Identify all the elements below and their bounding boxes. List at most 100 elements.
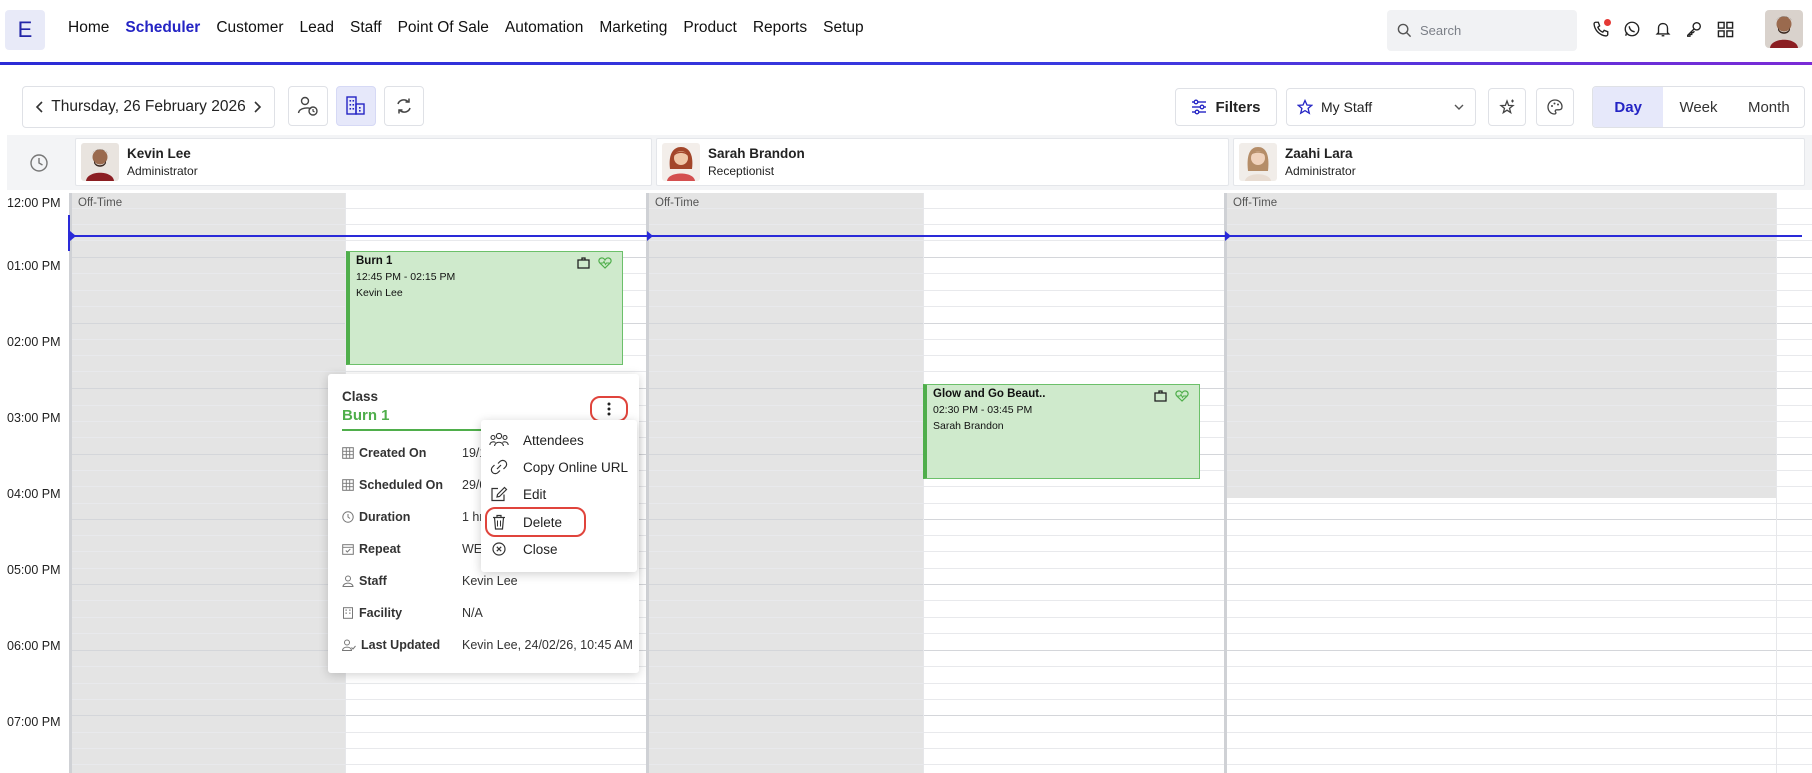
detail-row-scheduled-on: Scheduled On 29/0 bbox=[342, 478, 486, 492]
filters-label: Filters bbox=[1215, 98, 1261, 116]
menu-label: Attendees bbox=[523, 432, 584, 448]
theme-button[interactable] bbox=[1536, 88, 1574, 126]
staff-card-zaahi-lara[interactable]: Zaahi Lara Administrator bbox=[1233, 138, 1805, 186]
chevron-right-icon[interactable] bbox=[250, 100, 264, 114]
staff-avatar bbox=[1239, 143, 1277, 181]
detail-row-facility: Facility N/A bbox=[342, 606, 483, 620]
detail-row-staff: Staff Kevin Lee bbox=[342, 574, 518, 588]
nav-product[interactable]: Product bbox=[683, 19, 736, 37]
event-time: 02:30 PM - 03:45 PM bbox=[933, 404, 1033, 416]
menu-item-attendees[interactable]: Attendees bbox=[489, 432, 584, 448]
user-avatar[interactable] bbox=[1765, 10, 1803, 48]
event-type-label: Class bbox=[342, 389, 379, 404]
event-card-glow-and-go[interactable]: Glow and Go Beaut.. 02:30 PM - 03:45 PM … bbox=[923, 384, 1200, 479]
detail-value: N/A bbox=[462, 606, 483, 620]
menu-item-delete[interactable]: Delete bbox=[489, 514, 562, 530]
refresh-button[interactable] bbox=[384, 86, 424, 126]
off-time-block bbox=[649, 193, 923, 773]
staff-header-row: Kevin Lee Administrator Sarah Brandon Re… bbox=[7, 135, 1812, 190]
time-label: 05:00 PM bbox=[7, 563, 61, 577]
detail-row-created-on: Created On 19/1 bbox=[342, 446, 486, 460]
menu-label: Copy Online URL bbox=[523, 459, 629, 475]
top-actions bbox=[1590, 18, 1736, 40]
filters-button[interactable]: Filters bbox=[1175, 88, 1277, 126]
user-icon bbox=[342, 575, 354, 587]
apps-grid-icon[interactable] bbox=[1714, 18, 1736, 40]
event-card-burn-1[interactable]: Burn 1 12:45 PM - 02:15 PM Kevin Lee bbox=[346, 251, 623, 365]
view-toggle: Day Week Month bbox=[1592, 86, 1805, 128]
event-name: Burn 1 bbox=[342, 407, 390, 424]
search-input[interactable]: Search bbox=[1387, 10, 1577, 51]
nav-setup[interactable]: Setup bbox=[823, 19, 864, 37]
attendees-icon bbox=[489, 432, 509, 448]
phone-icon[interactable] bbox=[1590, 18, 1612, 40]
menu-item-edit[interactable]: Edit bbox=[489, 486, 546, 502]
nav-scheduler[interactable]: Scheduler bbox=[125, 19, 200, 37]
menu-label: Edit bbox=[523, 486, 547, 502]
detail-label: Duration bbox=[359, 510, 411, 524]
nav-automation[interactable]: Automation bbox=[505, 19, 583, 37]
sparkle-star-icon bbox=[1498, 98, 1516, 116]
staff-card-sarah-brandon[interactable]: Sarah Brandon Receptionist bbox=[656, 138, 1229, 186]
clock-icon bbox=[29, 153, 49, 173]
more-options-button[interactable] bbox=[590, 396, 628, 422]
staff-role: Administrator bbox=[1285, 164, 1356, 178]
staff-availability-button[interactable] bbox=[288, 86, 328, 126]
staff-role: Administrator bbox=[127, 164, 198, 178]
current-date[interactable]: Thursday, 26 February 2026 bbox=[51, 98, 245, 116]
building-icon bbox=[345, 95, 367, 117]
heart-pulse-icon bbox=[598, 257, 612, 269]
staff-card-kevin-lee[interactable]: Kevin Lee Administrator bbox=[75, 138, 652, 186]
current-time-marker bbox=[1225, 231, 1231, 241]
facility-view-button[interactable] bbox=[336, 86, 376, 126]
event-name-underline bbox=[342, 429, 492, 431]
building-icon bbox=[342, 607, 354, 619]
bell-icon[interactable] bbox=[1652, 18, 1674, 40]
event-time: 12:45 PM - 02:15 PM bbox=[356, 271, 456, 283]
detail-label: Scheduled On bbox=[359, 478, 444, 492]
nav-underline bbox=[0, 62, 1812, 65]
nav-staff[interactable]: Staff bbox=[350, 19, 382, 37]
detail-label: Last Updated bbox=[361, 638, 441, 652]
chevron-left-icon[interactable] bbox=[33, 100, 47, 114]
calendar-grid-icon bbox=[342, 447, 354, 459]
event-options-menu: Attendees Copy Online URL Edit Delete Cl… bbox=[481, 420, 637, 572]
time-label: 04:00 PM bbox=[7, 487, 61, 501]
calendar-grid-icon bbox=[342, 479, 354, 491]
nav-marketing[interactable]: Marketing bbox=[599, 19, 667, 37]
staff-name: Zaahi Lara bbox=[1285, 146, 1353, 161]
detail-label: Facility bbox=[359, 606, 403, 620]
menu-item-copy-online-url[interactable]: Copy Online URL bbox=[489, 459, 628, 475]
menu-label: Delete bbox=[523, 514, 563, 530]
view-month-button[interactable]: Month bbox=[1734, 87, 1804, 127]
top-navigation-bar: E Home Scheduler Customer Lead Staff Poi… bbox=[0, 0, 1812, 65]
sliders-icon bbox=[1191, 99, 1207, 115]
nav-lead[interactable]: Lead bbox=[300, 19, 334, 37]
whatsapp-icon[interactable] bbox=[1621, 18, 1643, 40]
key-icon[interactable] bbox=[1683, 18, 1705, 40]
nav-reports[interactable]: Reports bbox=[753, 19, 807, 37]
view-week-button[interactable]: Week bbox=[1663, 87, 1733, 127]
view-day-button[interactable]: Day bbox=[1593, 87, 1664, 127]
time-column-header bbox=[7, 135, 70, 190]
staff-avatar bbox=[81, 143, 119, 181]
nav-customer[interactable]: Customer bbox=[216, 19, 283, 37]
magic-button[interactable] bbox=[1488, 88, 1526, 126]
time-label: 07:00 PM bbox=[7, 715, 61, 729]
app-logo[interactable]: E bbox=[5, 10, 45, 50]
palette-icon bbox=[1546, 98, 1564, 116]
time-label: 02:00 PM bbox=[7, 335, 61, 349]
staff-filter-value: My Staff bbox=[1321, 99, 1373, 115]
main-nav: Home Scheduler Customer Lead Staff Point… bbox=[68, 19, 880, 37]
time-label: 03:00 PM bbox=[7, 411, 61, 425]
close-circle-icon bbox=[489, 541, 509, 557]
clock-icon bbox=[342, 511, 354, 523]
event-staff: Sarah Brandon bbox=[933, 420, 1004, 432]
staff-filter-select[interactable]: My Staff bbox=[1286, 88, 1476, 126]
time-label: 12:00 PM bbox=[7, 196, 61, 210]
trash-icon bbox=[489, 514, 509, 530]
menu-item-close[interactable]: Close bbox=[489, 541, 558, 557]
nav-home[interactable]: Home bbox=[68, 19, 109, 37]
nav-point-of-sale[interactable]: Point Of Sale bbox=[398, 19, 489, 37]
user-check-icon bbox=[342, 639, 356, 651]
